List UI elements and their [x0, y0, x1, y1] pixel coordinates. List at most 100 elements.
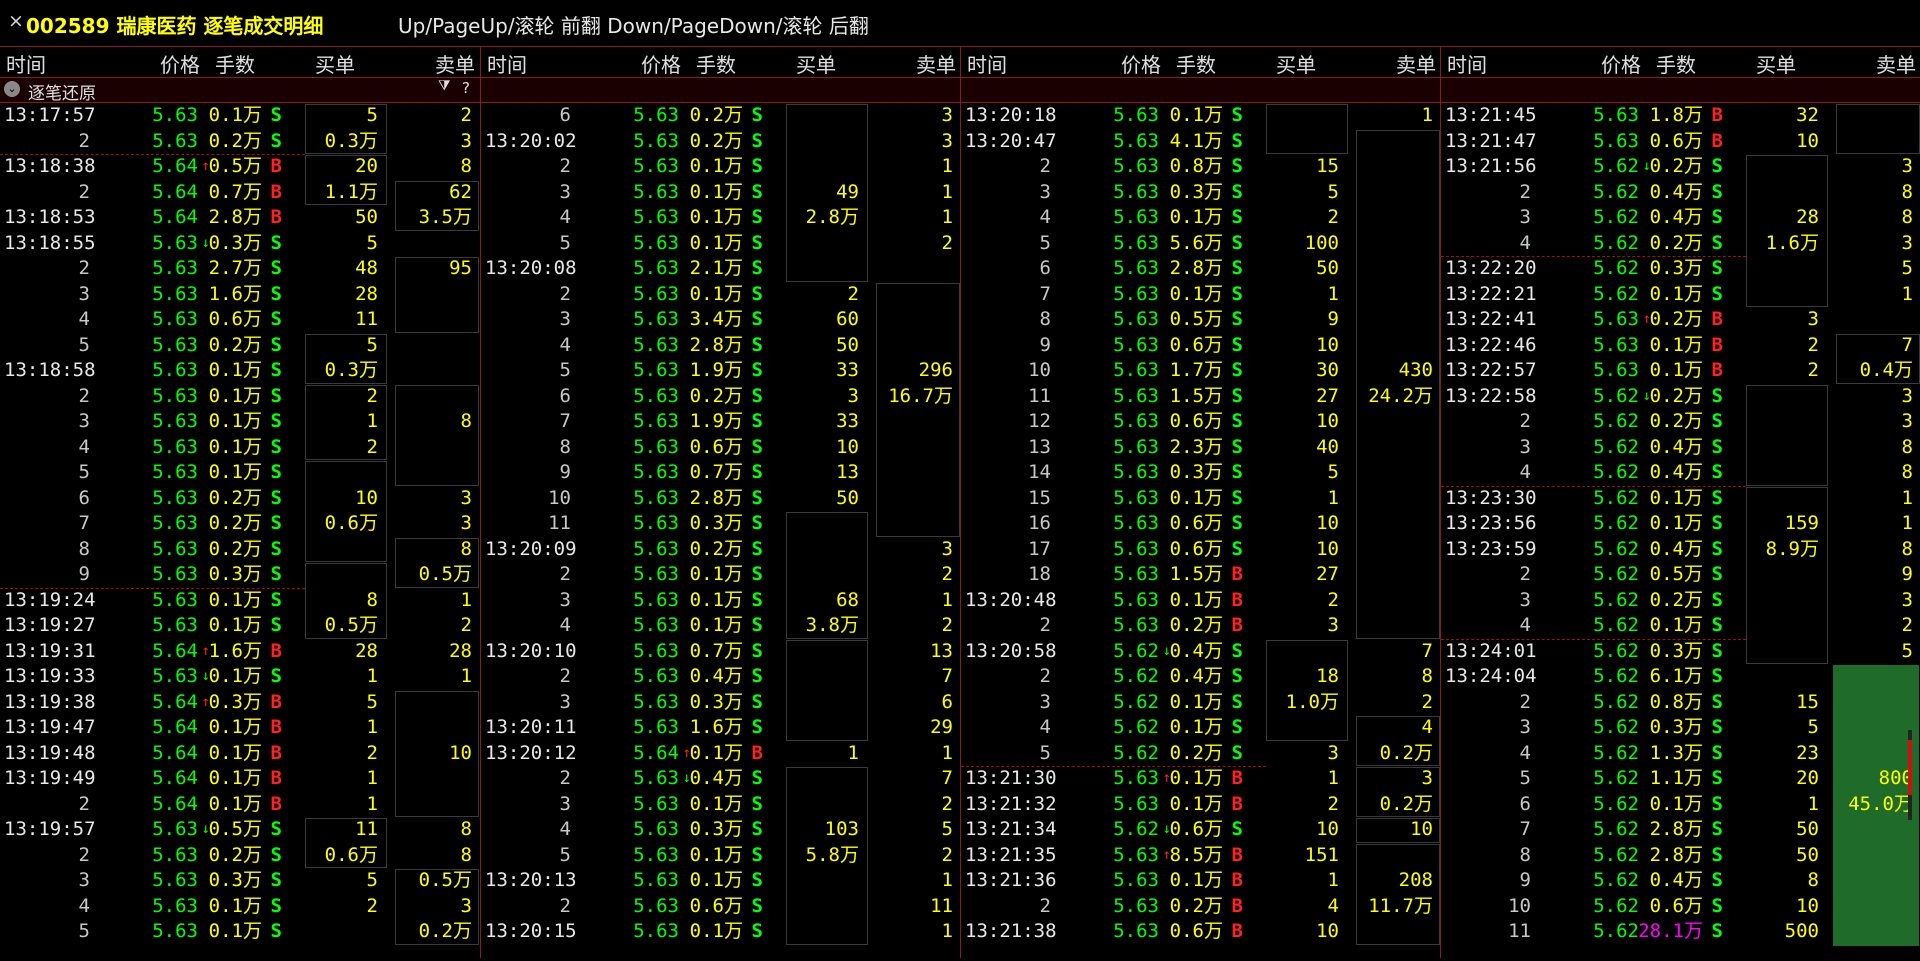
tick-row[interactable]: 7 5.63 0.2万 S 0.6万 3: [0, 511, 480, 537]
header-time[interactable]: 时间: [487, 49, 527, 78]
tick-volume: 0.1万: [1169, 869, 1223, 891]
tick-row[interactable]: 11 5.62 28.1万 S 500: [1441, 919, 1920, 945]
tick-row[interactable]: 4 5.62 1.3万 S 23: [1441, 741, 1920, 767]
tick-row[interactable]: 13:20:02 5.63 0.2万 S 3: [481, 129, 961, 155]
header-volume[interactable]: 手数: [1656, 49, 1696, 78]
tick-row[interactable]: 5 5.63 0.1万 S 5.8万 2: [481, 843, 961, 869]
tick-row[interactable]: 9 5.62 0.4万 S 8: [1441, 868, 1920, 894]
tick-row[interactable]: 13:20:13 5.63 0.1万 S 1: [481, 868, 961, 894]
header-buy[interactable]: 买单: [796, 49, 836, 78]
tick-row[interactable]: 3 5.63 0.1万 S 2: [481, 792, 961, 818]
tick-price: 5.63: [633, 690, 679, 713]
header-sell[interactable]: 卖单: [435, 49, 475, 78]
header-buy[interactable]: 买单: [1756, 49, 1796, 78]
tick-row[interactable]: 4 5.62 0.4万 S 8: [1441, 460, 1920, 486]
tick-row[interactable]: 3 5.63 0.1万 S 68 1: [481, 588, 961, 614]
tick-row[interactable]: 13:23:56 5.62 0.1万 S 159 1: [1441, 511, 1920, 537]
tick-row[interactable]: 13:23:30 5.62 0.1万 S 1: [1441, 486, 1920, 512]
tick-row[interactable]: 13:20:10 5.63 0.7万 S 13: [481, 639, 961, 665]
tick-row[interactable]: 13:24:01 5.62 0.3万 S 5: [1441, 639, 1920, 665]
header-price[interactable]: 价格: [1121, 49, 1161, 78]
tick-row[interactable]: 7 5.62 2.8万 S 50: [1441, 817, 1920, 843]
header-sell[interactable]: 卖单: [1876, 49, 1916, 78]
tick-row[interactable]: 2 5.63 ↓ 0.4万 S 7: [481, 766, 961, 792]
tick-row[interactable]: 5 5.63 0.1万 S 2: [481, 231, 961, 257]
header-price[interactable]: 价格: [641, 49, 681, 78]
tick-row[interactable]: 13:19:33 5.63 ↓ 0.1万 S 1 1: [0, 664, 480, 690]
tick-row[interactable]: 2 5.62 0.5万 S 9: [1441, 562, 1920, 588]
header-time[interactable]: 时间: [967, 49, 1007, 78]
header-time[interactable]: 时间: [1447, 49, 1487, 78]
tick-row[interactable]: 10 5.62 0.6万 S 10: [1441, 894, 1920, 920]
tick-row[interactable]: 13:20:08 5.63 2.1万 S: [481, 256, 961, 282]
tick-row[interactable]: 13:22:58 5.62 ↓ 0.2万 S 3: [1441, 384, 1920, 410]
tick-row[interactable]: 2 5.62 0.2万 S 3: [1441, 409, 1920, 435]
tick-row[interactable]: 4 5.63 0.3万 S 103 5: [481, 817, 961, 843]
header-sell[interactable]: 卖单: [916, 49, 956, 78]
tick-row[interactable]: 6 5.63 0.2万 S 3: [481, 103, 961, 129]
header-volume[interactable]: 手数: [696, 49, 736, 78]
tick-row[interactable]: 2 5.63 0.6万 S 11: [481, 894, 961, 920]
header-price[interactable]: 价格: [1601, 49, 1641, 78]
tick-row[interactable]: 13:19:27 5.63 0.1万 S 0.5万 2: [0, 613, 480, 639]
tick-row[interactable]: 13:20:58 5.62 ↓ 0.4万 S 7: [961, 639, 1441, 665]
header-buy[interactable]: 买单: [1276, 49, 1316, 78]
tick-row[interactable]: 13:19:57 5.63 ↓ 0.5万 S 11 8: [0, 817, 480, 843]
tick-row[interactable]: 3 5.62 0.3万 S 5: [1441, 715, 1920, 741]
header-sell[interactable]: 卖单: [1396, 49, 1436, 78]
tick-row[interactable]: 6 5.62 0.1万 S 1 45.0万: [1441, 792, 1920, 818]
tick-row[interactable]: 4 5.63 0.1万 S 2.8万 1: [481, 205, 961, 231]
tick-row[interactable]: 13:19:24 5.63 0.1万 S 8 1: [0, 588, 480, 614]
tick-row[interactable]: 2 5.63 0.4万 S 7: [481, 664, 961, 690]
close-icon[interactable]: ×: [8, 10, 24, 32]
tick-row[interactable]: 4 5.62 0.2万 S 1.6万 3: [1441, 231, 1920, 257]
collapse-icon[interactable]: ⌄: [4, 81, 20, 97]
tick-row[interactable]: 13:20:12 5.64 ↑ 0.1万 B 1 1: [481, 741, 961, 767]
tick-row[interactable]: 3 5.62 0.2万 S 3: [1441, 588, 1920, 614]
tick-row[interactable]: 5 5.63 0.2万 S 5: [0, 333, 480, 359]
header-price[interactable]: 价格: [160, 49, 200, 78]
tick-row[interactable]: 13:22:20 5.62 0.3万 S 5: [1441, 256, 1920, 282]
tick-row[interactable]: 13:17:57 5.63 0.1万 S 5 2: [0, 103, 480, 129]
tick-row[interactable]: 13:18:38 5.64 ↑ 0.5万 B 20 8: [0, 154, 480, 180]
tick-row[interactable]: 3 5.62 0.4万 S 8: [1441, 435, 1920, 461]
tick-time: 4: [559, 614, 571, 636]
tick-row[interactable]: 8 5.62 2.8万 S 50: [1441, 843, 1920, 869]
tick-row[interactable]: 13:21:56 5.62 ↓ 0.2万 S 3: [1441, 154, 1920, 180]
tick-row[interactable]: 2 5.63 0.2万 S 0.6万 8: [0, 843, 480, 869]
tick-row[interactable]: 3 5.62 0.1万 S 1.0万 2: [961, 690, 1441, 716]
tick-row[interactable]: 13:20:09 5.63 0.2万 S 3: [481, 537, 961, 563]
tick-row[interactable]: 4 5.62 0.1万 S 2: [1441, 613, 1920, 639]
tick-row[interactable]: 6 5.63 0.2万 S 10 3: [0, 486, 480, 512]
tick-row[interactable]: 13:22:41 5.63 ↑ 0.2万 B 3: [1441, 307, 1920, 333]
tick-row[interactable]: 3 5.63 0.3万 S 6: [481, 690, 961, 716]
funnel-icon[interactable]: ⧩: [438, 78, 451, 94]
scroll-indicator[interactable]: [1905, 730, 1915, 820]
header-volume[interactable]: 手数: [215, 49, 255, 78]
tick-row[interactable]: 2 5.63 0.1万 S 2: [481, 562, 961, 588]
tick-row[interactable]: 2 5.63 0.2万 S 0.3万 3: [0, 129, 480, 155]
tick-row[interactable]: 2 5.62 0.4万 S 18 8: [961, 664, 1441, 690]
tick-row[interactable]: 3 5.63 0.1万 S 49 1: [481, 180, 961, 206]
header-volume[interactable]: 手数: [1176, 49, 1216, 78]
tick-row[interactable]: 3 5.62 0.4万 S 28 8: [1441, 205, 1920, 231]
tick-row[interactable]: 4 5.63 0.1万 S 3.8万 2: [481, 613, 961, 639]
tick-row[interactable]: 13:19:31 5.64 ↑ 1.6万 B 28 28: [0, 639, 480, 665]
tick-row[interactable]: 13:23:59 5.62 0.4万 S 8.9万 8: [1441, 537, 1920, 563]
tick-row[interactable]: 13:18:55 5.63 ↓ 0.3万 S 5: [0, 231, 480, 257]
tick-row[interactable]: 2 5.62 0.8万 S 15: [1441, 690, 1920, 716]
header-time[interactable]: 时间: [6, 49, 46, 78]
tick-row[interactable]: 13:20:11 5.63 1.6万 S 29: [481, 715, 961, 741]
tick-row[interactable]: 13:20:15 5.63 0.1万 S 1: [481, 919, 961, 945]
tick-row[interactable]: 13:20:18 5.63 0.1万 S 1: [961, 103, 1441, 129]
trade-direction: S: [1231, 206, 1243, 228]
help-icon[interactable]: ?: [462, 79, 470, 97]
tick-row[interactable]: 13:22:21 5.62 0.1万 S 1: [1441, 282, 1920, 308]
header-buy[interactable]: 买单: [315, 49, 355, 78]
tick-row[interactable]: 13:24:04 5.62 6.1万 S: [1441, 664, 1920, 690]
restore-label[interactable]: 逐笔还原: [28, 79, 96, 104]
tick-row[interactable]: 5 5.62 1.1万 S 20 800: [1441, 766, 1920, 792]
tick-row[interactable]: 2 5.62 0.4万 S 8: [1441, 180, 1920, 206]
tick-row[interactable]: 2 5.63 0.1万 S 1: [481, 154, 961, 180]
tick-row[interactable]: 13:18:58 5.63 0.1万 S 0.3万: [0, 358, 480, 384]
